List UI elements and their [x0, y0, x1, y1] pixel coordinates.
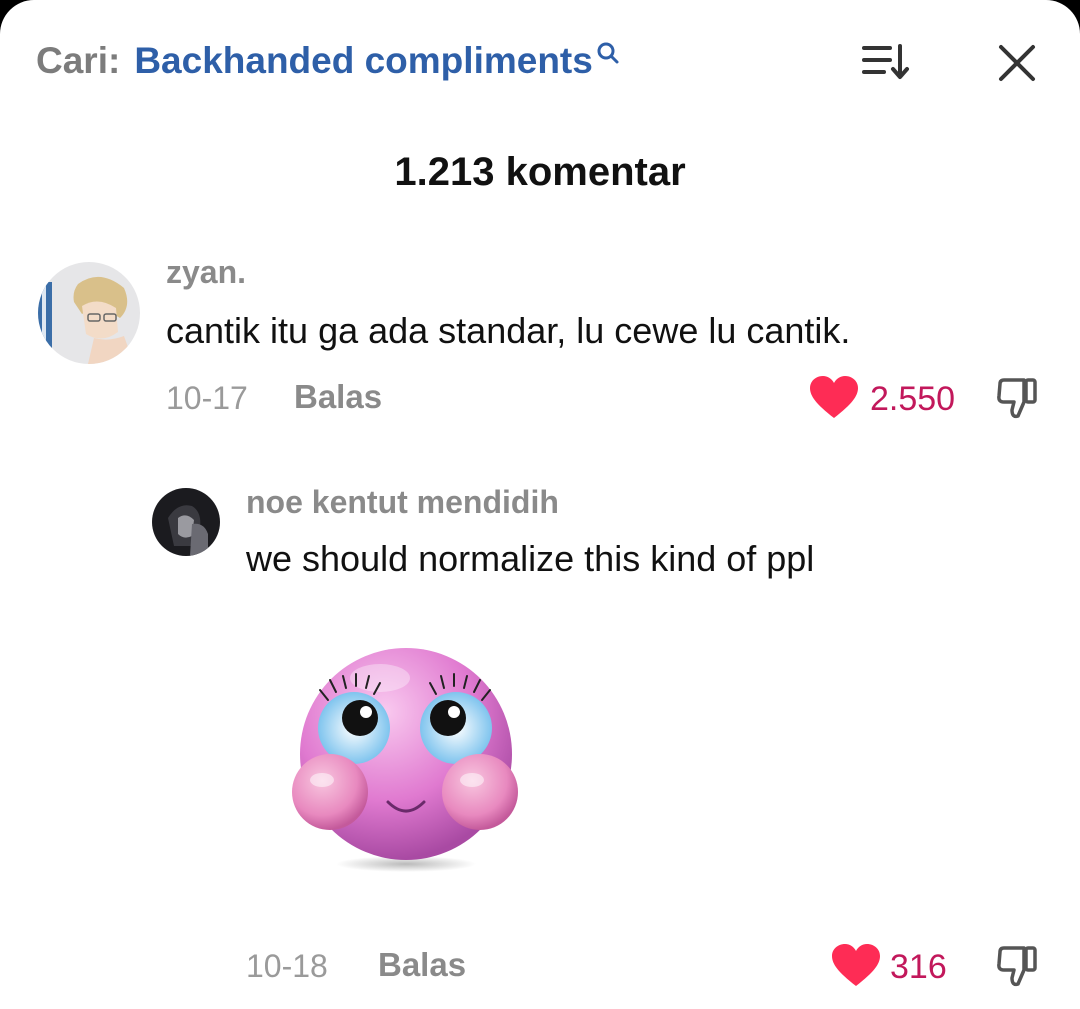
comments-sheet: Cari: Backhanded compliments 1.213 komen… — [0, 0, 1080, 1009]
avatar[interactable] — [152, 488, 220, 556]
like-count: 316 — [890, 948, 947, 986]
like-count: 2.550 — [870, 380, 956, 418]
search-prefix: Cari: — [36, 40, 121, 81]
comment-username[interactable]: zyan. — [166, 254, 246, 291]
heart-icon[interactable] — [810, 376, 858, 420]
search-query[interactable]: Backhanded compliments — [134, 40, 593, 82]
heart-icon[interactable] — [832, 944, 880, 988]
comment-date: 10-18 — [246, 948, 328, 984]
thumbs-down-icon[interactable] — [994, 376, 1040, 422]
avatar[interactable] — [38, 262, 140, 364]
reply-button[interactable]: Balas — [378, 946, 466, 984]
comment-text: we should normalize this kind of ppl — [246, 538, 815, 579]
search-link[interactable]: Cari: Backhanded compliments — [36, 40, 621, 90]
comment-text: cantik itu ga ada standar, lu cewe lu ca… — [166, 310, 851, 351]
close-icon[interactable] — [996, 42, 1038, 84]
comment-count-title: 1.213 komentar — [394, 150, 686, 194]
search-icon[interactable] — [595, 40, 621, 66]
sort-icon[interactable] — [860, 42, 912, 82]
thumbs-down-icon[interactable] — [994, 944, 1040, 990]
reply-button[interactable]: Balas — [294, 378, 382, 416]
comment-username[interactable]: noe kentut mendidih — [246, 484, 559, 521]
blushing-emoji-sticker — [292, 648, 518, 872]
comment-date: 10-17 — [166, 380, 248, 416]
